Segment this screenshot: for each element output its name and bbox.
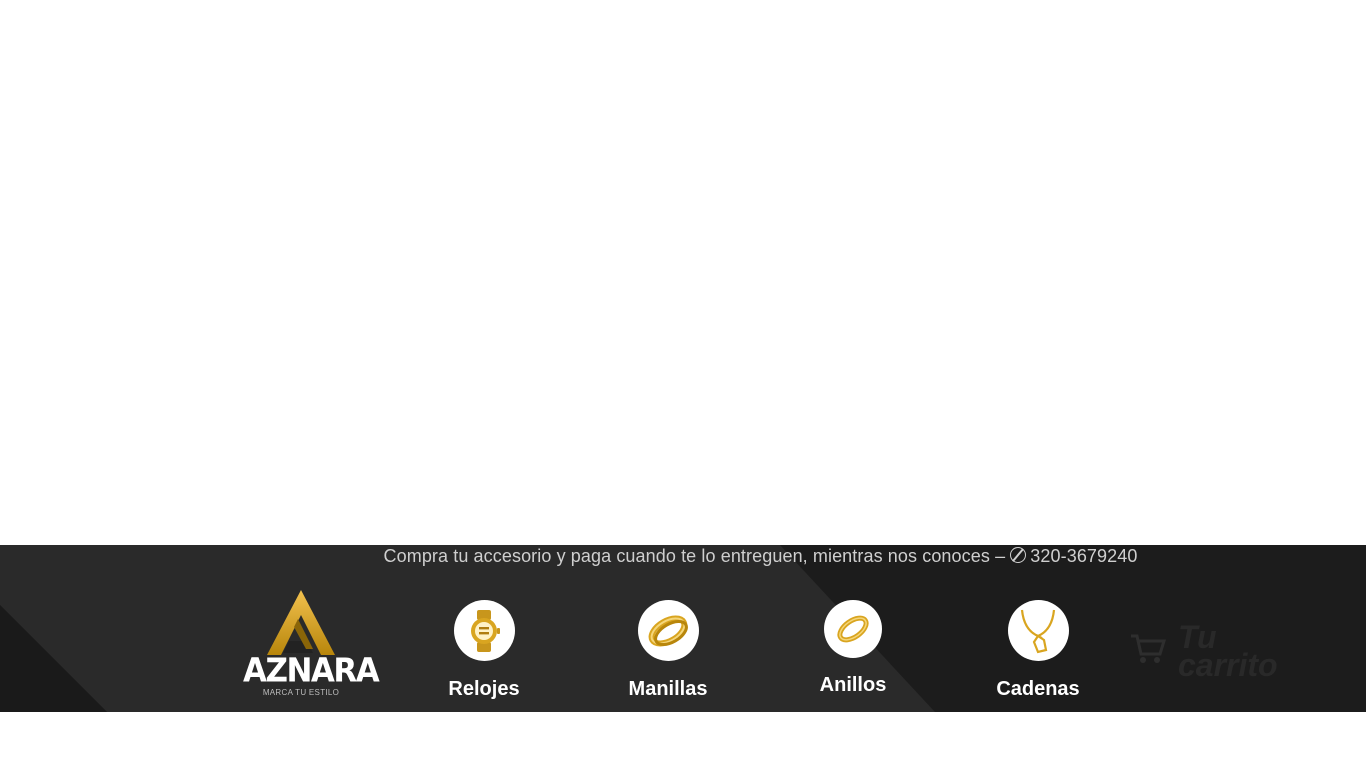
category-label: Anillos <box>819 674 887 696</box>
site-header: Compra tu accesorio y paga cuando te lo … <box>0 545 1366 712</box>
bracelet-icon <box>648 615 688 646</box>
watch-icon <box>471 609 500 652</box>
ring-icon <box>837 615 869 643</box>
cart-icon <box>1131 634 1166 663</box>
category-cadenas[interactable]: Cadenas <box>968 600 1108 701</box>
logo-wordmark: AZNARA <box>243 652 380 690</box>
category-label: Relojes <box>448 678 520 700</box>
cart-label: Tu carrito <box>1178 621 1298 683</box>
phone-icon <box>1010 547 1027 563</box>
category-circle <box>453 600 515 661</box>
category-label: Cadenas <box>996 678 1080 700</box>
category-circle <box>637 600 699 661</box>
logo-mark-icon <box>267 590 335 655</box>
category-anillos[interactable]: Anillos <box>783 600 923 697</box>
cart-link[interactable]: Tu carrito <box>1130 621 1300 689</box>
category-label: Manillas <box>628 678 708 700</box>
page-content-area <box>0 0 1366 545</box>
category-circle <box>824 600 882 658</box>
brand-logo[interactable]: AZNARA MARCA TU ESTILO <box>243 589 380 701</box>
category-circle <box>1007 600 1069 661</box>
promo-text: Compra tu accesorio y paga cuando te lo … <box>383 546 1011 566</box>
promo-banner: Compra tu accesorio y paga cuando te lo … <box>0 545 1366 568</box>
logo-tagline: MARCA TU ESTILO <box>262 688 340 697</box>
promo-phone[interactable]: 320-3679240 <box>1030 546 1137 566</box>
chain-icon <box>1020 609 1056 653</box>
category-manillas[interactable]: Manillas <box>598 600 738 701</box>
category-relojes[interactable]: Relojes <box>414 600 554 701</box>
cart-label-line2: carrito <box>1178 647 1278 683</box>
